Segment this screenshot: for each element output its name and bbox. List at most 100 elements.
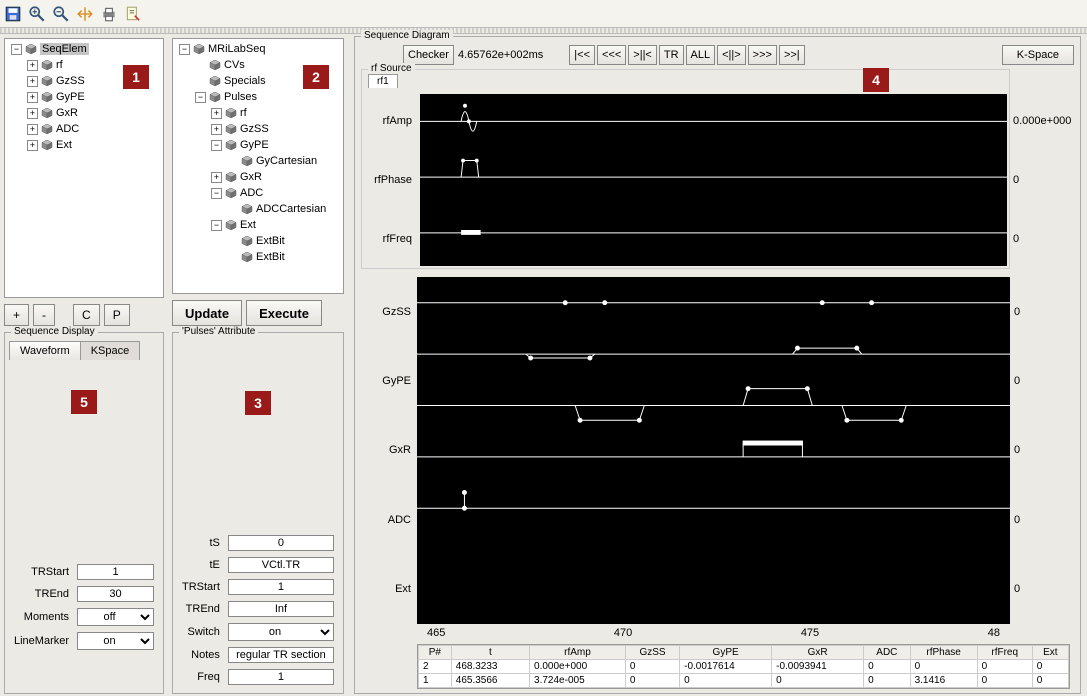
attr-trstart-input[interactable] xyxy=(228,579,334,595)
rfphase-label: rfPhase xyxy=(362,174,418,186)
table-header[interactable]: GyPE xyxy=(680,646,772,660)
table-header[interactable]: t xyxy=(451,646,529,660)
kspace-button[interactable]: K-Space xyxy=(1002,45,1074,65)
zoom-in-icon[interactable] xyxy=(28,5,46,23)
tree-item-extbit1[interactable]: ExtBit xyxy=(175,233,341,249)
pulses-attribute-group: 'Pulses' Attribute 3 tS tE TRStart TREnd… xyxy=(172,332,344,694)
nav-prevfast[interactable]: <<< xyxy=(597,45,626,65)
rf-waveform[interactable] xyxy=(420,94,1007,266)
tree-item-adccartesian[interactable]: ADCCartesian xyxy=(175,201,341,217)
table-header[interactable]: P# xyxy=(419,646,452,660)
badge-2: 2 xyxy=(303,65,329,89)
nav-fit[interactable]: <||> xyxy=(717,45,746,65)
badge-1: 1 xyxy=(123,65,149,89)
table-header[interactable]: Ext xyxy=(1032,646,1068,660)
tree-item-p-rf[interactable]: +rf xyxy=(175,105,341,121)
notes-input[interactable] xyxy=(228,647,334,663)
tree-item-gxr[interactable]: +GxR xyxy=(7,105,161,121)
plus-button[interactable]: + xyxy=(4,304,29,326)
display-tabs: Waveform KSpace xyxy=(9,341,159,360)
te-input[interactable] xyxy=(228,557,334,573)
seq-diagram-header: Checker 4.65762e+002ms |<< <<< >||< TR A… xyxy=(361,43,1074,67)
tree-item-gype[interactable]: +GyPE xyxy=(7,89,161,105)
linemarker-label: LineMarker xyxy=(11,630,72,652)
p-button[interactable]: P xyxy=(104,304,130,326)
freq-input[interactable] xyxy=(228,669,334,685)
tree-item-p-ext[interactable]: −Ext xyxy=(175,217,341,233)
table-row[interactable]: 2468.32330.000e+0000-0.0017614-0.0093941… xyxy=(419,660,1069,674)
mrilabseq-tree[interactable]: 2 −MRiLabSeq CVs Specials −Pulses +rf +G… xyxy=(172,38,344,294)
save-icon[interactable] xyxy=(4,5,22,23)
table-row[interactable]: 1465.35663.724e-00500003.141600 xyxy=(419,674,1069,688)
moments-label: Moments xyxy=(11,606,72,628)
table-header[interactable]: rfAmp xyxy=(530,646,626,660)
tree-root-mrilab[interactable]: −MRiLabSeq xyxy=(175,41,341,57)
tree-item-adc[interactable]: +ADC xyxy=(7,121,161,137)
c-button[interactable]: C xyxy=(73,304,100,326)
nav-all[interactable]: ALL xyxy=(686,45,716,65)
display-form: TRStart TREnd Moments off LineMarker on xyxy=(9,560,159,654)
table-header[interactable]: rfPhase xyxy=(910,646,977,660)
grad-waveform[interactable] xyxy=(417,277,1010,624)
switch-select[interactable]: on xyxy=(228,623,334,641)
pan-icon[interactable] xyxy=(76,5,94,23)
tree-item-p-gzss[interactable]: +GzSS xyxy=(175,121,341,137)
time-display: 4.65762e+002ms xyxy=(456,49,545,61)
trstart-input[interactable] xyxy=(77,564,154,580)
rf1-tab[interactable]: rf1 xyxy=(368,74,398,88)
tree-item-ext[interactable]: +Ext xyxy=(7,137,161,153)
seq-display-title: Sequence Display xyxy=(11,326,98,337)
nav-last[interactable]: >>| xyxy=(779,45,805,65)
notes-icon[interactable] xyxy=(124,5,142,23)
checker-button[interactable]: Checker xyxy=(403,45,454,65)
tree-item-pulses[interactable]: −Pulses xyxy=(175,89,341,105)
expand-icon[interactable]: + xyxy=(27,60,38,71)
trstart-label: TRStart xyxy=(11,562,72,582)
attr-trend-input[interactable] xyxy=(228,601,334,617)
nav-first[interactable]: |<< xyxy=(569,45,595,65)
x-axis: 465 470 475 48 xyxy=(417,624,1010,642)
tree2-buttons: Update Execute xyxy=(168,296,348,330)
moments-select[interactable]: off xyxy=(77,608,154,626)
main-area: 1 −SeqElem +rf +GzSS +GyPE +GxR +ADC +Ex… xyxy=(0,34,1087,696)
grad-labels: GzSS GyPE GxR ADC Ext xyxy=(361,277,417,624)
tree-item-p-gxr[interactable]: +GxR xyxy=(175,169,341,185)
rffreq-label: rfFreq xyxy=(362,233,418,245)
tree-item-extbit2[interactable]: ExtBit xyxy=(175,249,341,265)
update-button[interactable]: Update xyxy=(172,300,242,326)
rfamp-label: rfAmp xyxy=(362,115,418,127)
attr-form: tS tE TRStart TREnd Switchon Notes Freq xyxy=(177,531,339,689)
grad-values: 0 0 0 0 0 xyxy=(1012,277,1070,624)
trend-input[interactable] xyxy=(77,586,154,602)
badge-4: 4 xyxy=(863,68,889,92)
trend-label: TREnd xyxy=(11,584,72,604)
ts-input[interactable] xyxy=(228,535,334,551)
print-icon[interactable] xyxy=(100,5,118,23)
nav-tr[interactable]: TR xyxy=(659,45,684,65)
tab-waveform[interactable]: Waveform xyxy=(9,341,81,360)
execute-button[interactable]: Execute xyxy=(246,300,322,326)
seqelem-tree[interactable]: 1 −SeqElem +rf +GzSS +GyPE +GxR +ADC +Ex… xyxy=(4,38,164,298)
rf-values: 0.000e+000 0 0 xyxy=(1011,92,1069,268)
table-header[interactable]: GxR xyxy=(772,646,864,660)
nav-playpause[interactable]: >||< xyxy=(628,45,657,65)
table-header[interactable]: rfFreq xyxy=(977,646,1032,660)
zoom-out-icon[interactable] xyxy=(52,5,70,23)
table-header[interactable]: ADC xyxy=(864,646,910,660)
tree-item-p-gype[interactable]: −GyPE xyxy=(175,137,341,153)
table-header[interactable]: GzSS xyxy=(625,646,679,660)
minus-button[interactable]: - xyxy=(33,304,55,326)
tree-root-seqelem[interactable]: −SeqElem xyxy=(7,41,161,57)
top-toolbar xyxy=(0,0,1087,28)
rf-source-title: rf Source xyxy=(368,63,415,74)
collapse-icon[interactable]: − xyxy=(11,44,22,55)
badge-5: 5 xyxy=(71,390,97,414)
tree-item-p-adc[interactable]: −ADC xyxy=(175,185,341,201)
sequence-diagram-group: Sequence Diagram Checker 4.65762e+002ms … xyxy=(354,36,1081,694)
data-table[interactable]: P#trfAmpGzSSGyPEGxRADCrfPhaserfFreqExt 2… xyxy=(417,644,1070,689)
linemarker-select[interactable]: on xyxy=(77,632,154,650)
seq-diag-title: Sequence Diagram xyxy=(361,30,453,41)
tree-item-gycartesian[interactable]: GyCartesian xyxy=(175,153,341,169)
nav-nextfast[interactable]: >>> xyxy=(748,45,777,65)
tab-kspace[interactable]: KSpace xyxy=(80,341,141,360)
